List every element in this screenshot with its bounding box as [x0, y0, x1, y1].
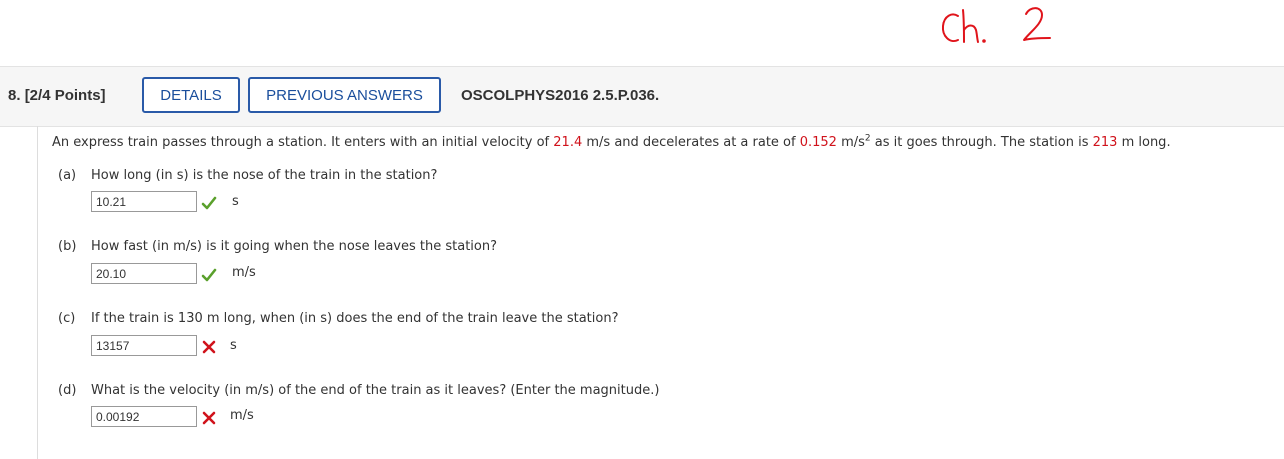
deceleration-value: 0.152	[799, 135, 837, 150]
problem-text: m long.	[1117, 135, 1171, 150]
x-mark-icon	[202, 340, 216, 354]
details-button[interactable]: DETAILS	[142, 77, 240, 113]
part-question-text: If the train is 130 m long, when (in s) …	[91, 311, 619, 326]
checkmark-icon	[201, 268, 217, 282]
part-d-question: (d) What is the velocity (in m/s) of the …	[58, 383, 659, 398]
part-b-unit: m/s	[232, 265, 256, 280]
x-mark-icon	[202, 411, 216, 425]
station-length-value: 213	[1092, 135, 1118, 150]
part-a-answer-field[interactable]: 10.21	[91, 191, 197, 212]
part-c-question: (c) If the train is 130 m long, when (in …	[58, 311, 618, 326]
part-question-text: What is the velocity (in m/s) of the end…	[91, 383, 660, 398]
part-d-answer-field[interactable]: 0.00192	[91, 406, 197, 427]
question-code: OSCOLPHYS2016 2.5.P.036.	[461, 87, 660, 104]
part-d-unit: m/s	[230, 408, 254, 423]
part-letter: (d)	[58, 383, 77, 398]
content-divider	[37, 126, 38, 459]
problem-text: as it goes through. The station is	[870, 135, 1093, 150]
question-header: 8. [2/4 Points] DETAILS PREVIOUS ANSWERS…	[0, 66, 1284, 127]
part-letter: (c)	[58, 311, 76, 326]
part-b-answer-field[interactable]: 20.10	[91, 263, 197, 284]
part-question-text: How long (in s) is the nose of the train…	[91, 168, 438, 183]
part-a-unit: s	[232, 194, 239, 209]
part-c-answer-field[interactable]: 13157	[91, 335, 197, 356]
question-number-points: 8. [2/4 Points]	[8, 87, 106, 104]
question-number: 8.	[8, 87, 21, 104]
checkmark-icon	[201, 196, 217, 210]
handwritten-annotation	[941, 7, 1051, 43]
problem-text: m/s and decelerates at a rate of	[582, 135, 800, 150]
part-letter: (b)	[58, 239, 77, 254]
part-question-text: How fast (in m/s) is it going when the n…	[91, 239, 497, 254]
part-letter: (a)	[58, 168, 77, 183]
initial-velocity-value: 21.4	[553, 135, 583, 150]
problem-text: An express train passes through a statio…	[52, 135, 554, 150]
part-b-question: (b) How fast (in m/s) is it going when th…	[58, 239, 497, 254]
points-label: [2/4 Points]	[24, 87, 106, 104]
previous-answers-button[interactable]: PREVIOUS ANSWERS	[248, 77, 441, 113]
part-c-unit: s	[230, 338, 237, 353]
problem-text: m/s	[836, 135, 865, 150]
part-a-question: (a) How long (in s) is the nose of the tr…	[58, 168, 437, 183]
problem-statement: An express train passes through a statio…	[52, 134, 1171, 150]
